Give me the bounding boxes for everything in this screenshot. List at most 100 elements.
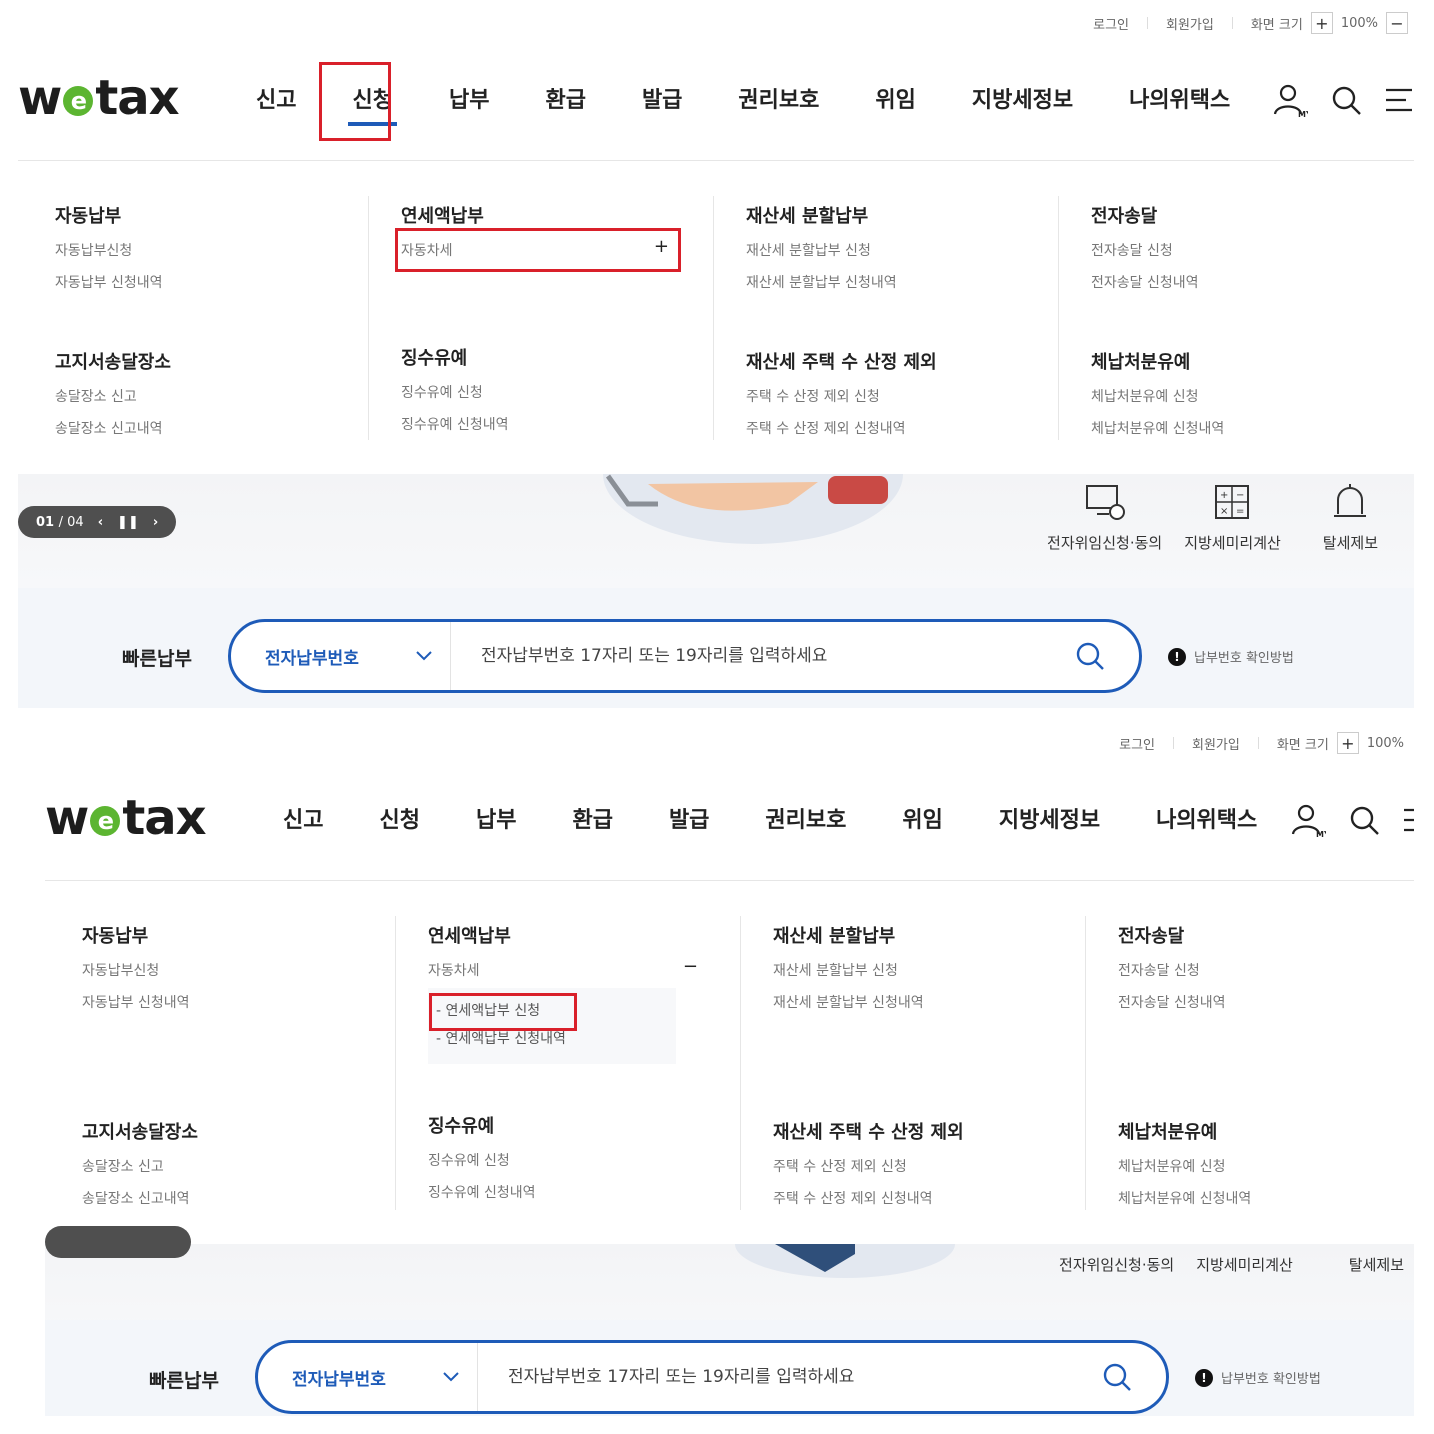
zoom-in-button[interactable]: + bbox=[1310, 12, 1333, 34]
menu-link[interactable]: 자동납부신청 bbox=[82, 960, 427, 980]
search-icon[interactable] bbox=[1348, 804, 1380, 836]
payment-number-help[interactable]: ! 납부번호 확인방법 bbox=[1195, 1368, 1321, 1387]
menu-link[interactable]: 재산세 분할납부 신청 bbox=[773, 960, 1085, 980]
nav-apply[interactable]: 신청 bbox=[334, 80, 410, 126]
nav-report[interactable]: 신고 bbox=[238, 80, 314, 122]
quick-tax-calculator[interactable]: + − × = 지방세미리계산 bbox=[1184, 482, 1281, 553]
nav-refund[interactable]: 환급 bbox=[554, 800, 630, 842]
nav-refund[interactable]: 환급 bbox=[527, 80, 603, 122]
menu-link[interactable]: 징수유예 신청내역 bbox=[401, 414, 713, 434]
menu-link[interactable]: 주택 수 산정 제외 신청내역 bbox=[746, 418, 1058, 438]
menu-link[interactable]: 징수유예 신청 bbox=[428, 1150, 740, 1170]
group-title: 자동납부 bbox=[82, 926, 149, 947]
signup-link[interactable]: 회원가입 bbox=[1166, 14, 1214, 33]
menu-link[interactable]: 전자송달 신청내역 bbox=[1118, 992, 1414, 1012]
menu-link[interactable]: 송달장소 신고내역 bbox=[82, 1188, 427, 1208]
zoom-in-button[interactable]: + bbox=[1336, 732, 1359, 754]
menu-link[interactable]: 주택 수 산정 제외 신청 bbox=[746, 386, 1058, 406]
payment-type-select[interactable]: 전자납부번호 bbox=[231, 622, 451, 690]
menu-link[interactable]: 송달장소 신고내역 bbox=[55, 418, 400, 438]
menu-link[interactable]: 전자송달 신청 bbox=[1118, 960, 1414, 980]
wetax-logo[interactable]: w e tax bbox=[45, 790, 207, 846]
menu-link[interactable]: 자동납부 신청내역 bbox=[55, 272, 400, 292]
nav-issue[interactable]: 발급 bbox=[651, 800, 727, 842]
menu-link[interactable]: 주택 수 산정 제외 신청내역 bbox=[773, 1188, 1085, 1208]
menu-icon[interactable] bbox=[1384, 84, 1414, 116]
nav-my-wetax[interactable]: 나의위택스 bbox=[1111, 80, 1248, 122]
search-icon[interactable] bbox=[1075, 641, 1105, 671]
menu-link[interactable]: 체납처분유예 신청내역 bbox=[1091, 418, 1403, 438]
nav-rights[interactable]: 권리보호 bbox=[747, 800, 864, 842]
search-icon[interactable] bbox=[1102, 1362, 1132, 1392]
payment-number-input[interactable] bbox=[478, 1343, 1102, 1411]
screen-size-label: 화면 크기 bbox=[1250, 17, 1303, 33]
collapse-minus-icon[interactable]: − bbox=[683, 958, 698, 980]
menu-link[interactable]: 송달장소 신고 bbox=[55, 386, 400, 406]
siren-icon bbox=[1334, 484, 1367, 517]
annual-car-tax-item[interactable]: 자동차세 − bbox=[428, 958, 698, 980]
menu-link[interactable]: 재산세 분할납부 신청내역 bbox=[773, 992, 1085, 1012]
submenu-link[interactable]: - 연세액납부 신청 bbox=[436, 1000, 676, 1020]
menu-link[interactable]: 송달장소 신고 bbox=[82, 1156, 427, 1176]
annual-car-tax-item[interactable]: 자동차세 + bbox=[401, 238, 669, 260]
menu-icon[interactable] bbox=[1402, 804, 1414, 836]
quick-label: 전자위임신청·동의 bbox=[1059, 1256, 1175, 1274]
quick-label: 지방세미리계산 bbox=[1196, 1256, 1293, 1274]
car-tax-submenu: - 연세액납부 신청 - 연세액납부 신청내역 bbox=[428, 988, 676, 1064]
menu-link[interactable]: 체납처분유예 신청 bbox=[1091, 386, 1403, 406]
next-arrow-icon[interactable]: › bbox=[153, 515, 158, 530]
menu-link[interactable]: 징수유예 신청 bbox=[401, 382, 713, 402]
hero-banner: 01 / 04 ‹ ❚❚ › 전자위임신청·동의 + − × = 지방세미리계산 탈세… bbox=[18, 474, 1414, 588]
expand-plus-icon[interactable]: + bbox=[654, 238, 669, 260]
menu-link[interactable]: 체납처분유예 신청내역 bbox=[1118, 1188, 1414, 1208]
utility-bar: 로그인 회원가입 화면 크기 + 100% bbox=[1119, 732, 1404, 754]
payment-type-select[interactable]: 전자납부번호 bbox=[258, 1343, 478, 1411]
search-icon[interactable] bbox=[1330, 84, 1362, 116]
main-nav: 신고 신청 납부 환급 발급 권리보호 위임 지방세정보 나의위택스 bbox=[265, 800, 1295, 842]
login-link[interactable]: 로그인 bbox=[1093, 14, 1129, 33]
menu-link[interactable]: 전자송달 신청내역 bbox=[1091, 272, 1403, 292]
payment-number-input[interactable] bbox=[451, 622, 1075, 690]
my-user-icon[interactable]: MY bbox=[1272, 82, 1308, 118]
nav-pay[interactable]: 납부 bbox=[458, 800, 534, 842]
payment-number-help[interactable]: ! 납부번호 확인방법 bbox=[1168, 647, 1294, 666]
nav-report[interactable]: 신고 bbox=[265, 800, 341, 842]
menu-link[interactable]: 주택 수 산정 제외 신청 bbox=[773, 1156, 1085, 1176]
submenu-link[interactable]: - 연세액납부 신청내역 bbox=[436, 1028, 676, 1048]
quick-tax-report[interactable]: 탈세제보 bbox=[1323, 482, 1378, 553]
menu-link[interactable]: 징수유예 신청내역 bbox=[428, 1182, 740, 1202]
group-title: 재산세 분할납부 bbox=[773, 926, 896, 947]
nav-delegation[interactable]: 위임 bbox=[884, 800, 960, 842]
group-title: 고지서송달장소 bbox=[55, 352, 171, 373]
quick-tax-report[interactable]: 탈세제보 bbox=[1349, 1254, 1404, 1275]
menu-link[interactable]: 재산세 분할납부 신청 bbox=[746, 240, 1058, 260]
nav-rights[interactable]: 권리보호 bbox=[720, 80, 837, 122]
zoom-out-button[interactable]: − bbox=[1386, 12, 1408, 34]
quick-e-delegation[interactable]: 전자위임신청·동의 bbox=[1047, 482, 1162, 553]
nav-issue[interactable]: 발급 bbox=[624, 80, 700, 122]
nav-delegation[interactable]: 위임 bbox=[857, 80, 933, 122]
menu-link[interactable]: 자동납부신청 bbox=[55, 240, 400, 260]
nav-pay[interactable]: 납부 bbox=[431, 80, 507, 122]
menu-link[interactable]: 체납처분유예 신청 bbox=[1118, 1156, 1414, 1176]
my-user-icon[interactable]: MY bbox=[1290, 802, 1326, 838]
fast-pay-label: 빠른납부 bbox=[122, 648, 192, 670]
quick-tax-calculator[interactable]: 지방세미리계산 bbox=[1196, 1254, 1293, 1275]
info-icon: ! bbox=[1195, 1368, 1213, 1387]
quick-e-delegation[interactable]: 전자위임신청·동의 bbox=[1059, 1254, 1174, 1275]
nav-my-wetax[interactable]: 나의위택스 bbox=[1138, 800, 1275, 842]
nav-apply[interactable]: 신청 bbox=[361, 800, 437, 842]
login-link[interactable]: 로그인 bbox=[1119, 734, 1155, 753]
nav-local-tax-info[interactable]: 지방세정보 bbox=[954, 80, 1091, 122]
screenshot-after: 로그인 회원가입 화면 크기 + 100% w e tax 신고 신청 납부 환급 … bbox=[45, 720, 1414, 1416]
signup-link[interactable]: 회원가입 bbox=[1192, 734, 1240, 753]
nav-local-tax-info[interactable]: 지방세정보 bbox=[981, 800, 1118, 842]
menu-link[interactable]: 전자송달 신청 bbox=[1091, 240, 1403, 260]
prev-arrow-icon[interactable]: ‹ bbox=[98, 515, 103, 530]
menu-link[interactable]: 자동납부 신청내역 bbox=[82, 992, 427, 1012]
wetax-logo[interactable]: w e tax bbox=[18, 70, 180, 126]
group-title: 체납처분유예 bbox=[1091, 352, 1191, 373]
pause-icon[interactable]: ❚❚ bbox=[117, 515, 139, 530]
group-split-column: 재산세 분할납부 재산세 분할납부 신청 재산세 분할납부 신청내역 재산세 주… bbox=[740, 916, 1085, 1210]
menu-link[interactable]: 재산세 분할납부 신청내역 bbox=[746, 272, 1058, 292]
